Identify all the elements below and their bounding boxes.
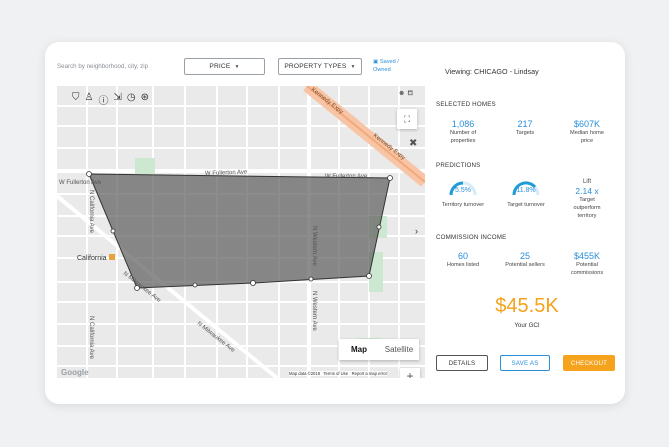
street-label: N California Ave xyxy=(88,190,94,234)
chevron-right-icon[interactable]: › xyxy=(415,226,418,236)
stat-targets: 217 Targets xyxy=(495,119,555,137)
lift-description: territory xyxy=(577,213,597,219)
territory-turnover-label: Territory turnover xyxy=(441,202,485,208)
commission-title: COMMISSION INCOME xyxy=(436,234,507,241)
details-button[interactable]: DETAILS xyxy=(436,355,488,371)
stat-label: Homes listed xyxy=(446,262,480,268)
filter-toolbar: Search by neighborhood, city, zip PRICE … xyxy=(45,42,423,86)
stat-value: 25 xyxy=(519,251,530,261)
lift-description: outperform xyxy=(573,205,601,211)
layers-icon[interactable]: ⊛ xyxy=(141,92,149,107)
street-label: N Western Ave xyxy=(311,226,317,266)
google-logo: Google xyxy=(61,368,89,377)
saved-label: Saved / xyxy=(379,59,399,65)
properties-link[interactable]: properties xyxy=(433,138,493,145)
street-label: N Western Ave xyxy=(311,291,317,331)
gci-value: $45.5K xyxy=(495,295,559,317)
street-label: W Fullerton Ave xyxy=(59,180,102,186)
stat-potential-sellers: 25 Potential sellers xyxy=(495,251,555,269)
stat-value: $607K xyxy=(573,119,601,129)
chevron-down-icon: ▼ xyxy=(234,63,240,70)
place-pin-icon xyxy=(109,254,115,260)
map-type-toggle: Map Satellite xyxy=(339,339,419,360)
stat-homes-listed: 60 Homes listed xyxy=(433,251,493,269)
stat-value: $455K xyxy=(573,251,601,261)
polygon-vertex-handle xyxy=(192,282,198,288)
saved-owned-toggle[interactable]: ▣ Saved / Owned xyxy=(373,58,399,74)
stat-lift: Lift 2.14 x Target outperform territory xyxy=(557,178,617,220)
map-tools: ⛉ ♙ ⓘ ⇲ ◷ ⊛ xyxy=(72,92,149,107)
owned-label: Owned xyxy=(373,67,391,73)
search-input[interactable]: Search by neighborhood, city, zip xyxy=(57,63,148,70)
stat-label: Potential sellers xyxy=(505,262,545,268)
selection-polygon xyxy=(88,173,391,289)
map-type-map-button[interactable]: Map xyxy=(339,339,379,360)
polygon-vertex-handle xyxy=(110,228,116,234)
stat-properties: 1,086 Number of properties xyxy=(433,119,493,145)
polygon-vertex-handle xyxy=(86,171,92,177)
lift-label: Lift xyxy=(582,179,591,185)
viewing-title: Viewing: CHICAGO - Lindsay xyxy=(445,67,539,76)
stat-value: 217 xyxy=(517,119,533,129)
map-type-satellite-button[interactable]: Satellite xyxy=(379,339,419,360)
main-card: Search by neighborhood, city, zip PRICE … xyxy=(45,42,625,404)
stat-label: commissions xyxy=(570,270,604,276)
stat-value: 1,086 xyxy=(451,119,475,129)
lift-description: Target xyxy=(579,197,595,203)
polygon-vertex-handle xyxy=(308,276,314,282)
target-turnover-label: Target turnover xyxy=(507,202,545,208)
chevron-down-icon: ▼ xyxy=(350,63,356,70)
stat-label: Potential xyxy=(576,262,598,268)
polygon-vertex-handle xyxy=(387,175,393,181)
target-turnover-value: 11.8% xyxy=(516,187,536,194)
territory-turnover-gauge: 5.5% Territory turnover xyxy=(438,180,488,208)
polygon-vertex-handle xyxy=(366,273,372,279)
place-label: California xyxy=(77,255,107,262)
cart-icon[interactable]: ⛾ xyxy=(407,90,413,97)
person-icon[interactable]: ♙ xyxy=(85,92,94,107)
property-types-label: PROPERTY TYPES xyxy=(284,63,347,70)
map-view[interactable]: W Fullerton Ave W Fullerton Ave W Fuller… xyxy=(57,86,425,378)
price-dropdown-label: PRICE xyxy=(209,63,231,70)
info-icon[interactable]: ⓘ xyxy=(98,92,108,107)
predictions-title: PREDICTIONS xyxy=(436,162,481,169)
zoom-control: + − xyxy=(400,368,420,378)
stat-median-price: $607K Median home price xyxy=(557,119,617,145)
stat-value: 60 xyxy=(457,251,468,261)
street-label: W Fullerton Ave xyxy=(325,174,368,180)
target-turnover-gauge: 11.8% Target turnover xyxy=(501,180,551,208)
price-dropdown[interactable]: PRICE ▼ xyxy=(184,58,265,75)
map-right-tools: ☻ ⛾ xyxy=(398,89,413,98)
filter-icon[interactable]: ⛉ xyxy=(72,92,80,107)
stat-label: Targets xyxy=(515,130,535,136)
save-as-button[interactable]: SAVE AS xyxy=(500,355,550,371)
property-types-dropdown[interactable]: PROPERTY TYPES ▼ xyxy=(278,58,362,75)
lift-value: 2.14 x xyxy=(575,186,599,196)
close-icon[interactable]: ✖ xyxy=(409,138,417,149)
polygon-vertex-handle xyxy=(376,224,382,230)
street-label: N California Ave xyxy=(88,316,94,360)
territory-turnover-value: 5.5% xyxy=(455,187,471,194)
user-icon[interactable]: ☻ xyxy=(398,90,405,97)
map-canvas[interactable]: W Fullerton Ave W Fullerton Ave W Fuller… xyxy=(57,86,425,378)
polygon-vertex-handle xyxy=(250,280,256,286)
checkout-button[interactable]: CHECKOUT xyxy=(563,355,615,371)
stat-label: Median home xyxy=(570,130,604,136)
fullscreen-icon[interactable]: ⛶ xyxy=(397,109,417,129)
gci-label: Your GCI xyxy=(514,322,540,329)
clock-icon[interactable]: ◷ xyxy=(127,92,136,107)
stat-label: price xyxy=(580,138,594,144)
selected-homes-title: SELECTED HOMES xyxy=(436,101,496,108)
stats-panel: SELECTED HOMES 1,086 Number of propertie… xyxy=(433,86,621,396)
chart-icon[interactable]: ⇲ xyxy=(113,92,121,107)
stat-potential-commissions: $455K Potential commissions xyxy=(557,251,617,277)
zoom-in-button[interactable]: + xyxy=(400,368,420,378)
save-icon: ▣ xyxy=(373,59,379,65)
stat-label: Number of xyxy=(449,130,477,136)
map-attribution: Map data ©2019 Terms of Use Report a map… xyxy=(289,371,387,376)
